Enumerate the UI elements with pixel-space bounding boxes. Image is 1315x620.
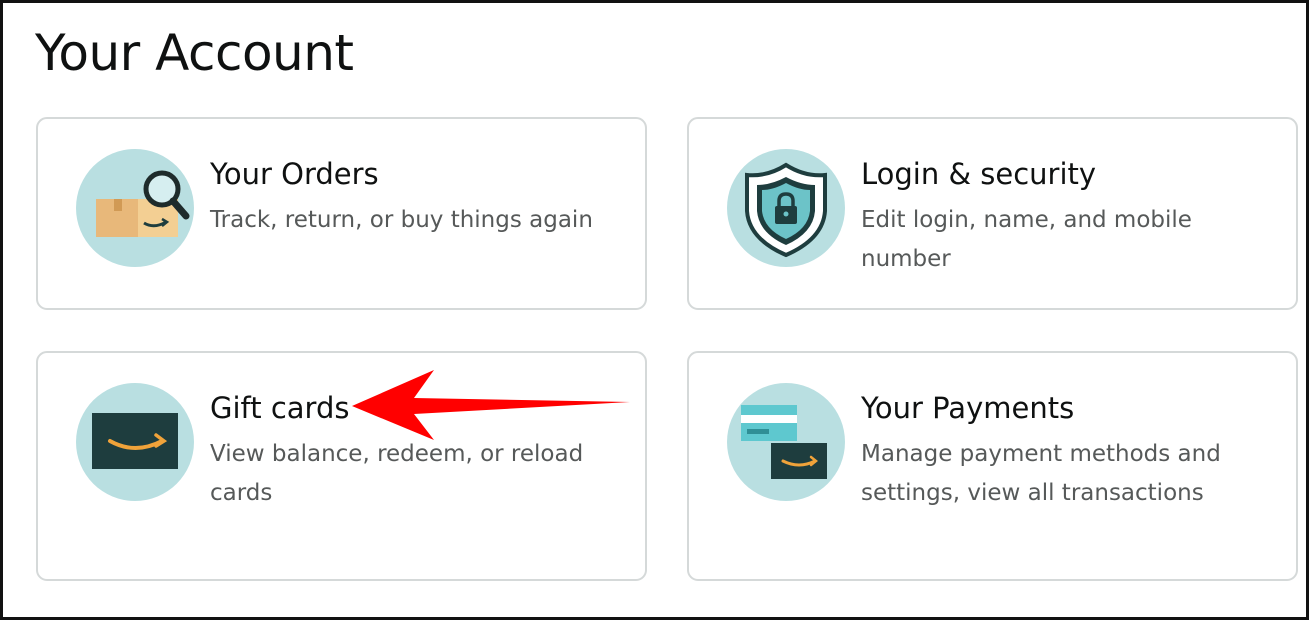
card-description: Manage payment methods and settings, vie… — [861, 440, 1221, 506]
card-login-security[interactable]: Login & security Edit login, name, and m… — [687, 117, 1298, 310]
account-page: Your Account Your Orders Track, return, … — [0, 0, 1309, 620]
gift-card-icon — [76, 383, 194, 501]
card-description: Track, return, or buy things again — [210, 206, 593, 233]
card-title: Login & security — [861, 157, 1097, 191]
card-title: Your Orders — [210, 157, 379, 191]
card-gift-cards[interactable]: Gift cards View balance, redeem, or relo… — [36, 351, 647, 581]
card-title: Your Payments — [861, 391, 1075, 425]
shield-lock-icon — [727, 149, 845, 267]
card-description: Edit login, name, and mobile number — [861, 206, 1192, 272]
card-title: Gift cards — [210, 391, 350, 425]
card-description: View balance, redeem, or reload cards — [210, 440, 584, 506]
orders-box-magnifier-icon — [76, 149, 194, 267]
page-title: Your Account — [35, 24, 354, 82]
card-your-payments[interactable]: Your Payments Manage payment methods and… — [687, 351, 1298, 581]
card-your-orders[interactable]: Your Orders Track, return, or buy things… — [36, 117, 647, 310]
payment-cards-icon — [727, 383, 845, 501]
